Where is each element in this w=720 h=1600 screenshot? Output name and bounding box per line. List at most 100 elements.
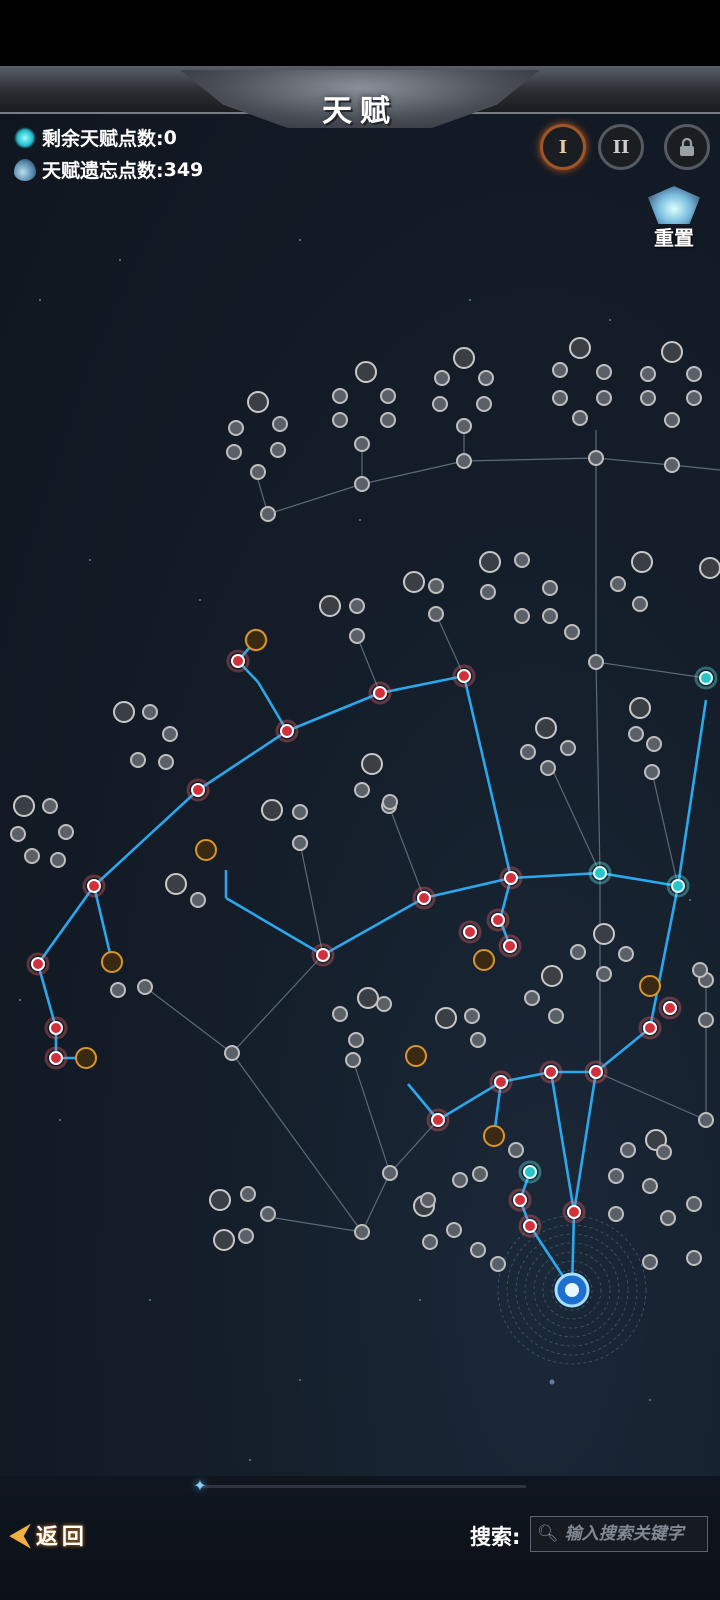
talent-node[interactable] — [380, 388, 396, 404]
talent-node[interactable] — [250, 464, 266, 480]
notable-talent-node[interactable] — [629, 697, 651, 719]
allocated-talent-node[interactable] — [544, 1065, 558, 1079]
talent-node[interactable] — [58, 824, 74, 840]
allocated-talent-node[interactable] — [49, 1051, 63, 1065]
talent-node[interactable] — [354, 436, 370, 452]
back-button[interactable]: ⮜ 返回 — [10, 1518, 88, 1552]
notable-talent-node[interactable] — [453, 347, 475, 369]
talent-node[interactable] — [514, 552, 530, 568]
talent-node[interactable] — [610, 576, 626, 592]
talent-node[interactable] — [560, 740, 576, 756]
talent-node[interactable] — [508, 1142, 524, 1158]
talent-node[interactable] — [158, 754, 174, 770]
talent-node[interactable] — [332, 388, 348, 404]
allocated-talent-node[interactable] — [417, 891, 431, 905]
allocated-talent-node[interactable] — [663, 1001, 677, 1015]
talent-node[interactable] — [548, 1008, 564, 1024]
talent-tree[interactable] — [0, 0, 720, 1600]
talent-node[interactable] — [224, 1045, 240, 1061]
talent-node[interactable] — [628, 726, 644, 742]
talent-node[interactable] — [664, 412, 680, 428]
talent-node[interactable] — [349, 628, 365, 644]
notable-talent-node[interactable] — [13, 795, 35, 817]
keystone-talent-node[interactable] — [405, 1045, 427, 1067]
allocated-talent-node[interactable] — [231, 654, 245, 668]
talent-node[interactable] — [240, 1186, 256, 1202]
talent-node[interactable] — [664, 457, 680, 473]
notable-talent-node[interactable] — [403, 571, 425, 593]
talent-node[interactable] — [470, 1032, 486, 1048]
notable-talent-node[interactable] — [699, 557, 720, 579]
allocated-talent-node[interactable] — [316, 948, 330, 962]
allocated-talent-node[interactable] — [523, 1219, 537, 1233]
talent-node[interactable] — [698, 1012, 714, 1028]
allocated-talent-node[interactable] — [593, 866, 607, 880]
talent-node[interactable] — [446, 1222, 462, 1238]
keystone-talent-node[interactable] — [75, 1047, 97, 1069]
allocated-talent-node[interactable] — [191, 783, 205, 797]
notable-talent-node[interactable] — [247, 391, 269, 413]
allocated-talent-node[interactable] — [431, 1113, 445, 1127]
talent-node[interactable] — [130, 752, 146, 768]
allocated-talent-node[interactable] — [567, 1205, 581, 1219]
talent-node[interactable] — [260, 1206, 276, 1222]
talent-node[interactable] — [24, 848, 40, 864]
talent-node[interactable] — [618, 946, 634, 962]
talent-node[interactable] — [542, 608, 558, 624]
allocated-talent-node[interactable] — [87, 879, 101, 893]
allocated-talent-node[interactable] — [504, 871, 518, 885]
talent-node[interactable] — [596, 966, 612, 982]
talent-node[interactable] — [354, 476, 370, 492]
talent-node[interactable] — [270, 442, 286, 458]
talent-node[interactable] — [472, 1166, 488, 1182]
talent-node[interactable] — [478, 370, 494, 386]
talent-node[interactable] — [464, 1008, 480, 1024]
talent-node[interactable] — [428, 606, 444, 622]
talent-node[interactable] — [190, 892, 206, 908]
talent-node[interactable] — [50, 852, 66, 868]
talent-node[interactable] — [10, 826, 26, 842]
locked-page-button[interactable] — [664, 124, 710, 170]
keystone-talent-node[interactable] — [473, 949, 495, 971]
talent-node[interactable] — [452, 1172, 468, 1188]
keystone-talent-node[interactable] — [195, 839, 217, 861]
notable-talent-node[interactable] — [541, 965, 563, 987]
talent-node[interactable] — [564, 624, 580, 640]
talent-node[interactable] — [646, 736, 662, 752]
talent-node[interactable] — [620, 1142, 636, 1158]
talent-node[interactable] — [608, 1168, 624, 1184]
notable-talent-node[interactable] — [319, 595, 341, 617]
talent-node[interactable] — [524, 990, 540, 1006]
talent-node[interactable] — [644, 764, 660, 780]
notable-talent-node[interactable] — [261, 799, 283, 821]
talent-node[interactable] — [382, 1165, 398, 1181]
talent-node[interactable] — [382, 794, 398, 810]
keystone-talent-node[interactable] — [101, 951, 123, 973]
zoom-slider-track[interactable] — [200, 1485, 526, 1488]
keystone-talent-node[interactable] — [483, 1125, 505, 1147]
talent-node[interactable] — [588, 654, 604, 670]
notable-talent-node[interactable] — [535, 717, 557, 739]
talent-node[interactable] — [686, 366, 702, 382]
talent-node[interactable] — [354, 1224, 370, 1240]
talent-node[interactable] — [642, 1254, 658, 1270]
talent-node[interactable] — [380, 412, 396, 428]
talent-node[interactable] — [432, 396, 448, 412]
talent-node[interactable] — [640, 366, 656, 382]
keystone-talent-node[interactable] — [639, 975, 661, 997]
talent-node[interactable] — [588, 450, 604, 466]
talent-node[interactable] — [332, 1006, 348, 1022]
talent-node[interactable] — [542, 580, 558, 596]
talent-node[interactable] — [428, 578, 444, 594]
talent-node[interactable] — [552, 362, 568, 378]
notable-talent-node[interactable] — [631, 551, 653, 573]
talent-node[interactable] — [110, 982, 126, 998]
talent-node[interactable] — [332, 412, 348, 428]
talent-node[interactable] — [456, 418, 472, 434]
reset-button[interactable]: 重置 — [640, 186, 708, 252]
notable-talent-node[interactable] — [479, 551, 501, 573]
talent-node[interactable] — [456, 453, 472, 469]
talent-node[interactable] — [632, 596, 648, 612]
talent-node[interactable] — [476, 396, 492, 412]
talent-node[interactable] — [552, 390, 568, 406]
